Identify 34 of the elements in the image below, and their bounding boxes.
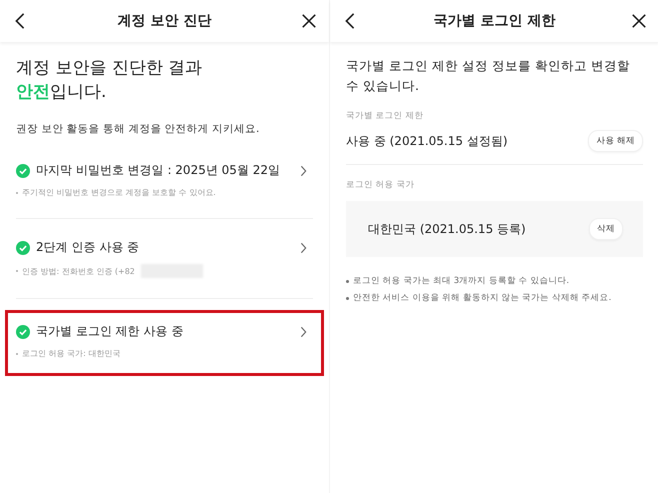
close-icon[interactable] xyxy=(301,12,317,30)
security-item[interactable]: 2단계 인증 사용 중 인증 방법: 전화번호 인증 (+82 xyxy=(16,233,313,288)
close-icon[interactable] xyxy=(631,12,647,30)
country-name: 대한민국 (2021.05.15 등록) xyxy=(368,220,526,238)
check-icon xyxy=(16,240,30,254)
check-icon xyxy=(16,324,30,338)
item-detail: 인증 방법: 전화번호 인증 (+82 xyxy=(22,266,135,276)
result-status: 안전 xyxy=(16,82,50,102)
headline: 계정 보안을 진단한 결과 xyxy=(16,57,204,80)
item-title: 마지막 비밀번호 변경일 : 2025년 05월 22일 xyxy=(36,162,282,179)
section-label: 로그인 허용 국가 xyxy=(346,179,416,191)
restriction-status: 사용 중 (2021.05.15 설정됨) xyxy=(346,132,508,150)
item-title: 2단계 인증 사용 중 xyxy=(36,239,140,256)
security-item[interactable]: 국가별 로그인 제한 사용 중 로그인 허용 국가: 대한민국 xyxy=(8,313,321,373)
item-detail: 로그인 허용 국가: 대한민국 xyxy=(22,348,120,359)
section-label: 국가별 로그인 제한 xyxy=(346,110,424,122)
screen-title: 국가별 로그인 제한 xyxy=(434,12,556,30)
disable-button[interactable]: 사용 해제 xyxy=(588,130,643,152)
note-text: 안전한 서비스 이용을 위해 활동하지 않는 국가는 삭제해 주세요. xyxy=(353,292,612,305)
note-text: 로그인 허용 국가는 최대 3개까지 등록할 수 있습니다. xyxy=(353,275,570,288)
screen-title: 계정 보안 진단 xyxy=(118,12,212,30)
result-text: 입니다. xyxy=(50,82,106,102)
chevron-icon xyxy=(300,164,307,176)
delete-button[interactable]: 삭제 xyxy=(589,218,623,240)
item-title: 국가별 로그인 제한 사용 중 xyxy=(36,323,184,340)
item-detail: 주기적인 비밀번호 변경으로 계정을 보호할 수 있어요. xyxy=(22,187,216,198)
description: 국가별 로그인 제한 설정 정보를 확인하고 변경할 수 있습니다. xyxy=(346,57,631,95)
chevron-icon xyxy=(300,242,307,254)
bullet-icon xyxy=(346,280,349,283)
chevron-icon xyxy=(300,326,307,338)
subtitle: 권장 보안 활동을 통해 계정을 안전하게 지키세요. xyxy=(16,122,260,136)
check-icon xyxy=(16,164,30,178)
security-item[interactable]: 마지막 비밀번호 변경일 : 2025년 05월 22일 주기적인 비밀번호 변경으로 계정을 보호할 수 있어요. xyxy=(16,156,313,208)
bullet-icon xyxy=(346,297,349,300)
